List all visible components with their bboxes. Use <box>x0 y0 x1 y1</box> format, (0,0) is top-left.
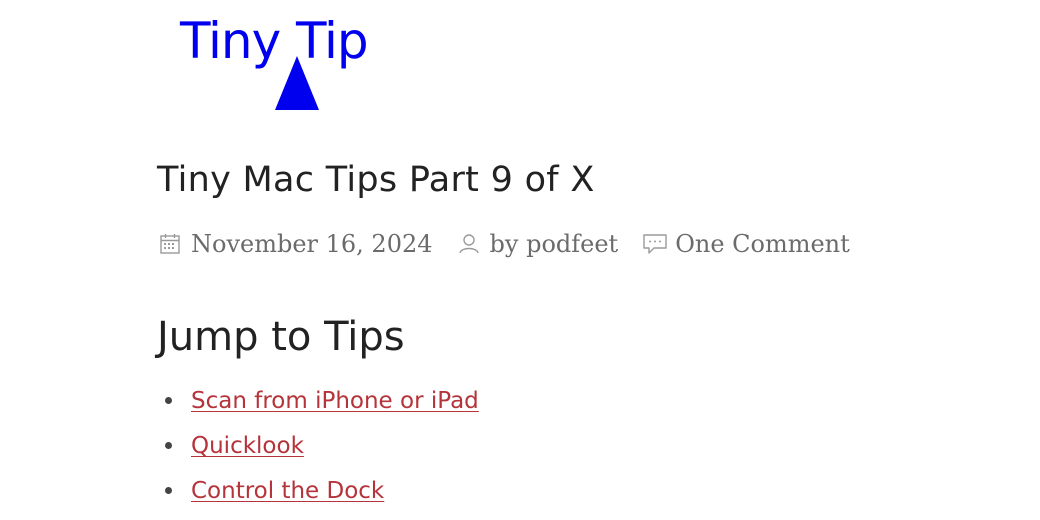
list-item: Quicklook <box>157 423 479 468</box>
post-date-text: November 16, 2024 <box>191 230 433 258</box>
author-name[interactable]: podfeet <box>526 230 618 258</box>
bullet-icon <box>165 442 172 449</box>
jump-to-tips-heading: Jump to Tips <box>157 314 405 360</box>
author-prefix: by <box>489 230 519 258</box>
post-date: November 16, 2024 <box>158 230 433 258</box>
logo-text-tiny: Tiny <box>180 12 281 70</box>
tip-link-dock[interactable]: Control the Dock <box>191 478 384 504</box>
tip-link-quicklook[interactable]: Quicklook <box>191 433 304 459</box>
post-author[interactable]: by podfeet <box>457 230 618 258</box>
post-meta: November 16, 2024 by podfeet One Comment <box>158 226 850 262</box>
logo-text-tip: Tip <box>296 12 369 70</box>
list-item: Scan from iPhone or iPad <box>157 378 479 423</box>
bullet-icon <box>165 397 172 404</box>
site-logo[interactable]: Tiny Tip <box>176 10 376 114</box>
bullet-icon <box>165 487 172 494</box>
list-item: Control the Dock <box>157 468 479 513</box>
comments-link[interactable]: One Comment <box>675 230 850 258</box>
post-title: Tiny Mac Tips Part 9 of X <box>157 160 595 200</box>
tips-list: Scan from iPhone or iPad Quicklook Contr… <box>157 378 479 513</box>
calendar-icon <box>158 232 182 256</box>
tip-link-scan[interactable]: Scan from iPhone or iPad <box>191 388 479 414</box>
person-icon <box>457 232 481 256</box>
post-comments[interactable]: One Comment <box>642 230 850 258</box>
comment-icon <box>642 232 667 256</box>
